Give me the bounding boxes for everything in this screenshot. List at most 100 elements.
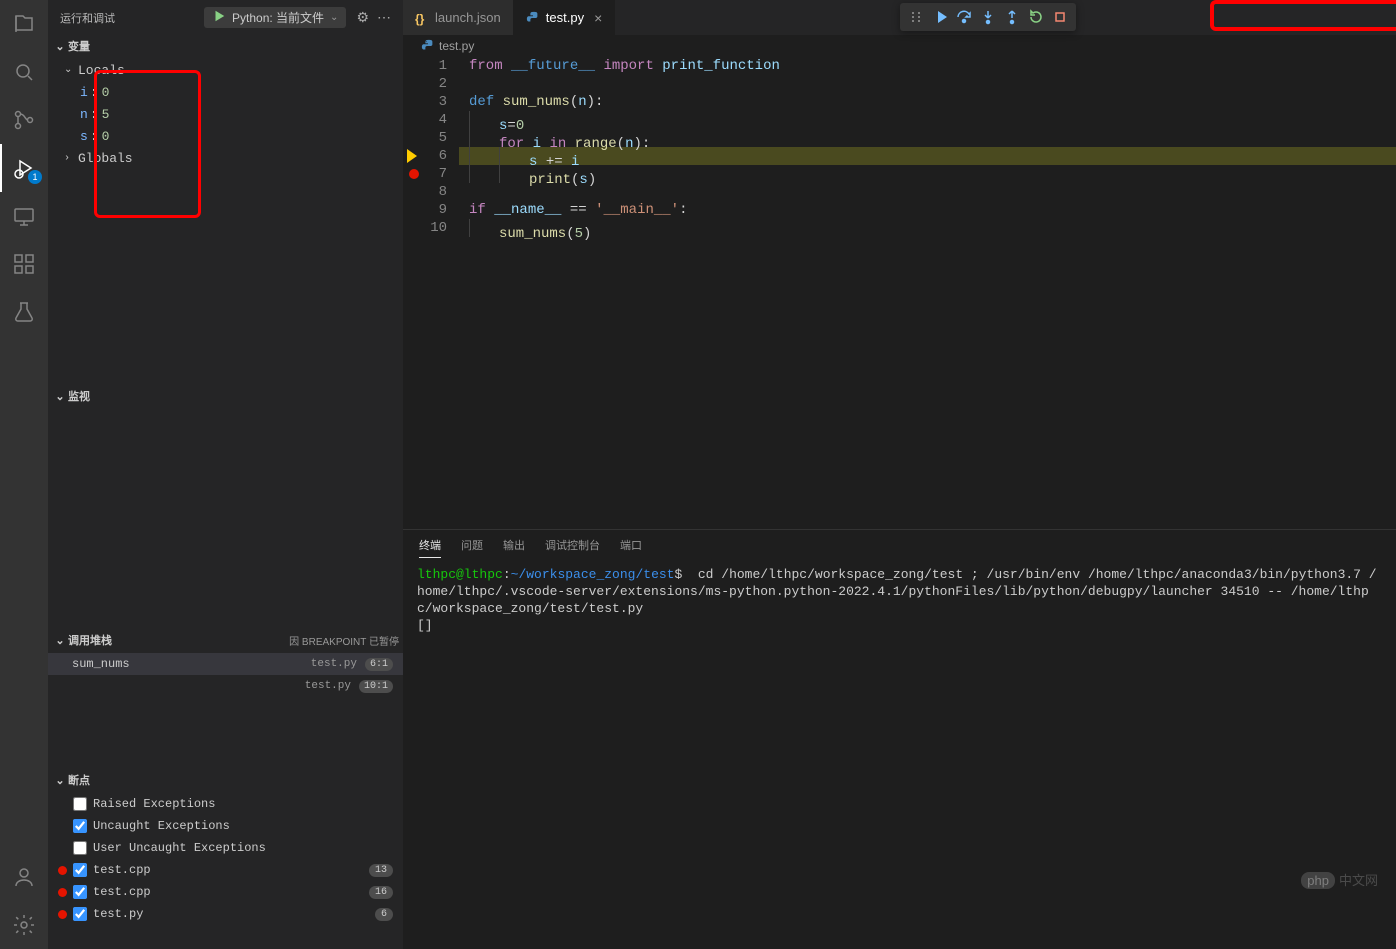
execution-pointer-icon	[407, 149, 417, 163]
breakpoint-label: Raised Exceptions	[93, 797, 393, 811]
gutter-line[interactable]: 3	[403, 93, 447, 111]
breakpoint-dot-icon	[58, 910, 67, 919]
more-icon[interactable]: ⋯	[377, 9, 391, 26]
editor-tab[interactable]: test.py ×	[514, 0, 615, 35]
code-line[interactable]: def sum_nums(n):	[459, 93, 1396, 111]
gutter-line[interactable]: 8	[403, 183, 447, 201]
gutter-line[interactable]: 1	[403, 57, 447, 75]
debug-badge: 1	[28, 170, 42, 184]
test-icon[interactable]	[0, 288, 48, 336]
terminal-colon: :	[503, 567, 511, 582]
frame-name: sum_nums	[72, 657, 311, 671]
watch-section-header[interactable]: ⌄ 监视	[48, 385, 403, 407]
continue-button[interactable]	[928, 5, 952, 29]
code-line[interactable]: from __future__ import print_function	[459, 57, 1396, 75]
code-line[interactable]: if __name__ == '__main__':	[459, 201, 1396, 219]
breakpoint-item[interactable]: test.cpp16	[48, 881, 403, 903]
gutter-line[interactable]: 10	[403, 219, 447, 237]
variables-section-header[interactable]: ⌄ 变量	[48, 35, 403, 57]
watermark: php中文网	[1301, 870, 1378, 889]
breakpoint-item[interactable]: User Uncaught Exceptions	[48, 837, 403, 859]
code-line[interactable]: s=0	[459, 111, 1396, 129]
code-line[interactable]: for i in range(n):	[459, 129, 1396, 147]
terminal-tab[interactable]: 调试控制台	[545, 533, 600, 557]
callstack-section-header[interactable]: ⌄ 调用堆栈 因 BREAKPOINT 已暂停	[48, 629, 403, 651]
breakpoint-dot-icon	[409, 169, 419, 179]
code-line[interactable]: sum_nums(5)	[459, 219, 1396, 237]
breakpoint-item[interactable]: test.cpp13	[48, 859, 403, 881]
gear-icon[interactable]: ⚙	[356, 9, 369, 26]
run-debug-icon[interactable]: 1	[0, 144, 48, 192]
frame-file: test.py	[311, 658, 357, 670]
drag-handle-icon[interactable]	[904, 5, 928, 29]
breakpoint-checkbox[interactable]	[73, 797, 87, 811]
breakpoint-label: test.py	[93, 907, 369, 921]
chevron-right-icon: ›	[64, 153, 78, 164]
search-icon[interactable]	[0, 48, 48, 96]
breakpoint-item[interactable]: test.py6	[48, 903, 403, 925]
breakpoint-checkbox[interactable]	[73, 841, 87, 855]
variable-scope[interactable]: ›Globals	[48, 147, 403, 169]
breakpoint-line: 16	[369, 886, 393, 899]
breakpoint-checkbox[interactable]	[73, 863, 87, 877]
stop-button[interactable]	[1048, 5, 1072, 29]
gutter-line[interactable]: 7	[403, 165, 447, 183]
terminal-prompt: $	[674, 567, 697, 582]
variable-item[interactable]: n:5	[48, 103, 403, 125]
var-name: i	[80, 85, 88, 100]
chevron-down-icon: ⌄	[52, 634, 68, 647]
debug-config-selector[interactable]: Python: 当前文件 ⌄	[204, 7, 346, 28]
explorer-icon[interactable]	[0, 0, 48, 48]
close-icon[interactable]: ×	[594, 10, 602, 26]
frame-position: 6:1	[365, 658, 393, 671]
extensions-icon[interactable]	[0, 240, 48, 288]
play-icon	[212, 9, 226, 26]
code-line[interactable]	[459, 183, 1396, 201]
stack-frame[interactable]: test.py10:1	[48, 675, 403, 697]
breakpoints-section-header[interactable]: ⌄ 断点	[48, 769, 403, 791]
account-icon[interactable]	[0, 853, 48, 901]
terminal-user: lthpc@lthpc	[417, 567, 503, 582]
breakpoint-line: 13	[369, 864, 393, 877]
variable-scope[interactable]: ⌄Locals	[48, 59, 403, 81]
var-value: 0	[102, 129, 110, 144]
frame-position: 10:1	[359, 680, 393, 693]
terminal-tab[interactable]: 端口	[620, 533, 642, 557]
callstack-status: 因 BREAKPOINT 已暂停	[289, 633, 399, 648]
breakpoint-label: Uncaught Exceptions	[93, 819, 393, 833]
restart-button[interactable]	[1024, 5, 1048, 29]
step-into-button[interactable]	[976, 5, 1000, 29]
gutter-line[interactable]: 9	[403, 201, 447, 219]
step-out-button[interactable]	[1000, 5, 1024, 29]
terminal-tab[interactable]: 输出	[503, 533, 525, 557]
stack-frame[interactable]: sum_numstest.py 6:1	[48, 653, 403, 675]
breakpoint-checkbox[interactable]	[73, 885, 87, 899]
tab-label: test.py	[546, 10, 584, 25]
breakpoint-item[interactable]: Uncaught Exceptions	[48, 815, 403, 837]
gutter-line[interactable]: 5	[403, 129, 447, 147]
terminal-tab[interactable]: 终端	[419, 533, 441, 558]
source-control-icon[interactable]	[0, 96, 48, 144]
gutter-line[interactable]: 2	[403, 75, 447, 93]
var-name: s	[80, 129, 88, 144]
terminal-tab[interactable]: 问题	[461, 533, 483, 557]
breakpoint-label: User Uncaught Exceptions	[93, 841, 393, 855]
variable-item[interactable]: s:0	[48, 125, 403, 147]
breadcrumb-file[interactable]: test.py	[439, 39, 474, 53]
gutter-line[interactable]: 6	[403, 147, 447, 165]
code-line[interactable]	[459, 75, 1396, 93]
json-file-icon: {}	[415, 11, 429, 25]
breakpoint-checkbox[interactable]	[73, 819, 87, 833]
breakpoint-dot-icon	[58, 866, 67, 875]
remote-icon[interactable]	[0, 192, 48, 240]
settings-gear-icon[interactable]	[0, 901, 48, 949]
py-file-icon	[526, 11, 540, 25]
step-over-button[interactable]	[952, 5, 976, 29]
variable-item[interactable]: i:0	[48, 81, 403, 103]
breakpoint-item[interactable]: Raised Exceptions	[48, 793, 403, 815]
tab-label: launch.json	[435, 10, 501, 25]
breakpoint-checkbox[interactable]	[73, 907, 87, 921]
gutter-line[interactable]: 4	[403, 111, 447, 129]
editor-tab[interactable]: {} launch.json	[403, 0, 514, 35]
code-line[interactable]: print(s)	[459, 165, 1396, 183]
